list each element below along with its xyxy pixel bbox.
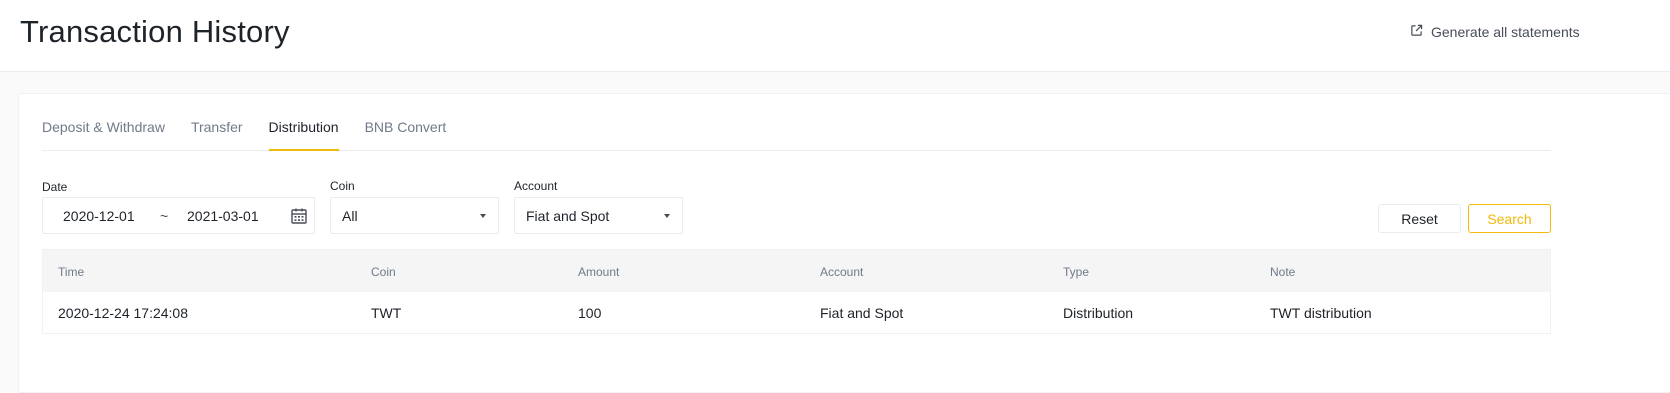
table-row: 2020-12-24 17:24:08 TWT 100 Fiat and Spo…	[43, 292, 1550, 333]
generate-statements-link[interactable]: Generate all statements	[1410, 24, 1580, 40]
tab-bnb-convert[interactable]: BNB Convert	[365, 94, 447, 150]
coin-select[interactable]: All	[330, 197, 499, 234]
column-header-type: Type	[1063, 265, 1090, 279]
column-header-note: Note	[1270, 265, 1296, 279]
caret-down-icon	[480, 214, 486, 218]
table-header: Time Coin Amount Account Type Note	[43, 250, 1550, 292]
date-separator: ~	[160, 207, 169, 224]
date-start[interactable]: 2020-12-01	[63, 208, 135, 224]
tab-deposit-withdraw[interactable]: Deposit & Withdraw	[42, 94, 165, 150]
transactions-table: Time Coin Amount Account Type Note 2020-…	[42, 249, 1551, 334]
cell-time: 2020-12-24 17:24:08	[58, 305, 188, 321]
column-header-time: Time	[58, 265, 85, 279]
cell-type: Distribution	[1063, 305, 1134, 321]
coin-select-value: All	[342, 207, 358, 224]
transactions-card: Deposit & Withdraw Transfer Distribution…	[18, 93, 1670, 393]
caret-down-icon	[664, 214, 670, 218]
date-range-picker[interactable]: 2020-12-01 ~ 2021-03-01	[42, 197, 315, 234]
date-label: Date	[42, 180, 68, 194]
tab-transfer[interactable]: Transfer	[191, 94, 243, 150]
column-header-account: Account	[820, 265, 864, 279]
reset-button[interactable]: Reset	[1378, 204, 1461, 233]
cell-coin: TWT	[371, 305, 402, 321]
column-header-amount: Amount	[578, 265, 620, 279]
column-header-coin: Coin	[371, 265, 396, 279]
cell-note: TWT distribution	[1270, 305, 1372, 321]
tab-distribution[interactable]: Distribution	[268, 94, 339, 151]
cell-account: Fiat and Spot	[820, 305, 904, 321]
cell-amount: 100	[578, 305, 602, 321]
tab-bar: Deposit & Withdraw Transfer Distribution…	[42, 94, 1551, 151]
account-label: Account	[514, 179, 558, 193]
search-button[interactable]: Search	[1468, 204, 1551, 233]
calendar-icon[interactable]	[290, 207, 308, 225]
coin-label: Coin	[330, 179, 355, 193]
external-link-icon	[1410, 24, 1423, 40]
date-end[interactable]: 2021-03-01	[187, 208, 259, 224]
top-bar: Transaction History Generate all stateme…	[0, 0, 1670, 72]
account-select[interactable]: Fiat and Spot	[514, 197, 683, 234]
page-title: Transaction History	[20, 14, 290, 49]
generate-statements-label: Generate all statements	[1431, 24, 1580, 40]
account-select-value: Fiat and Spot	[526, 207, 610, 224]
